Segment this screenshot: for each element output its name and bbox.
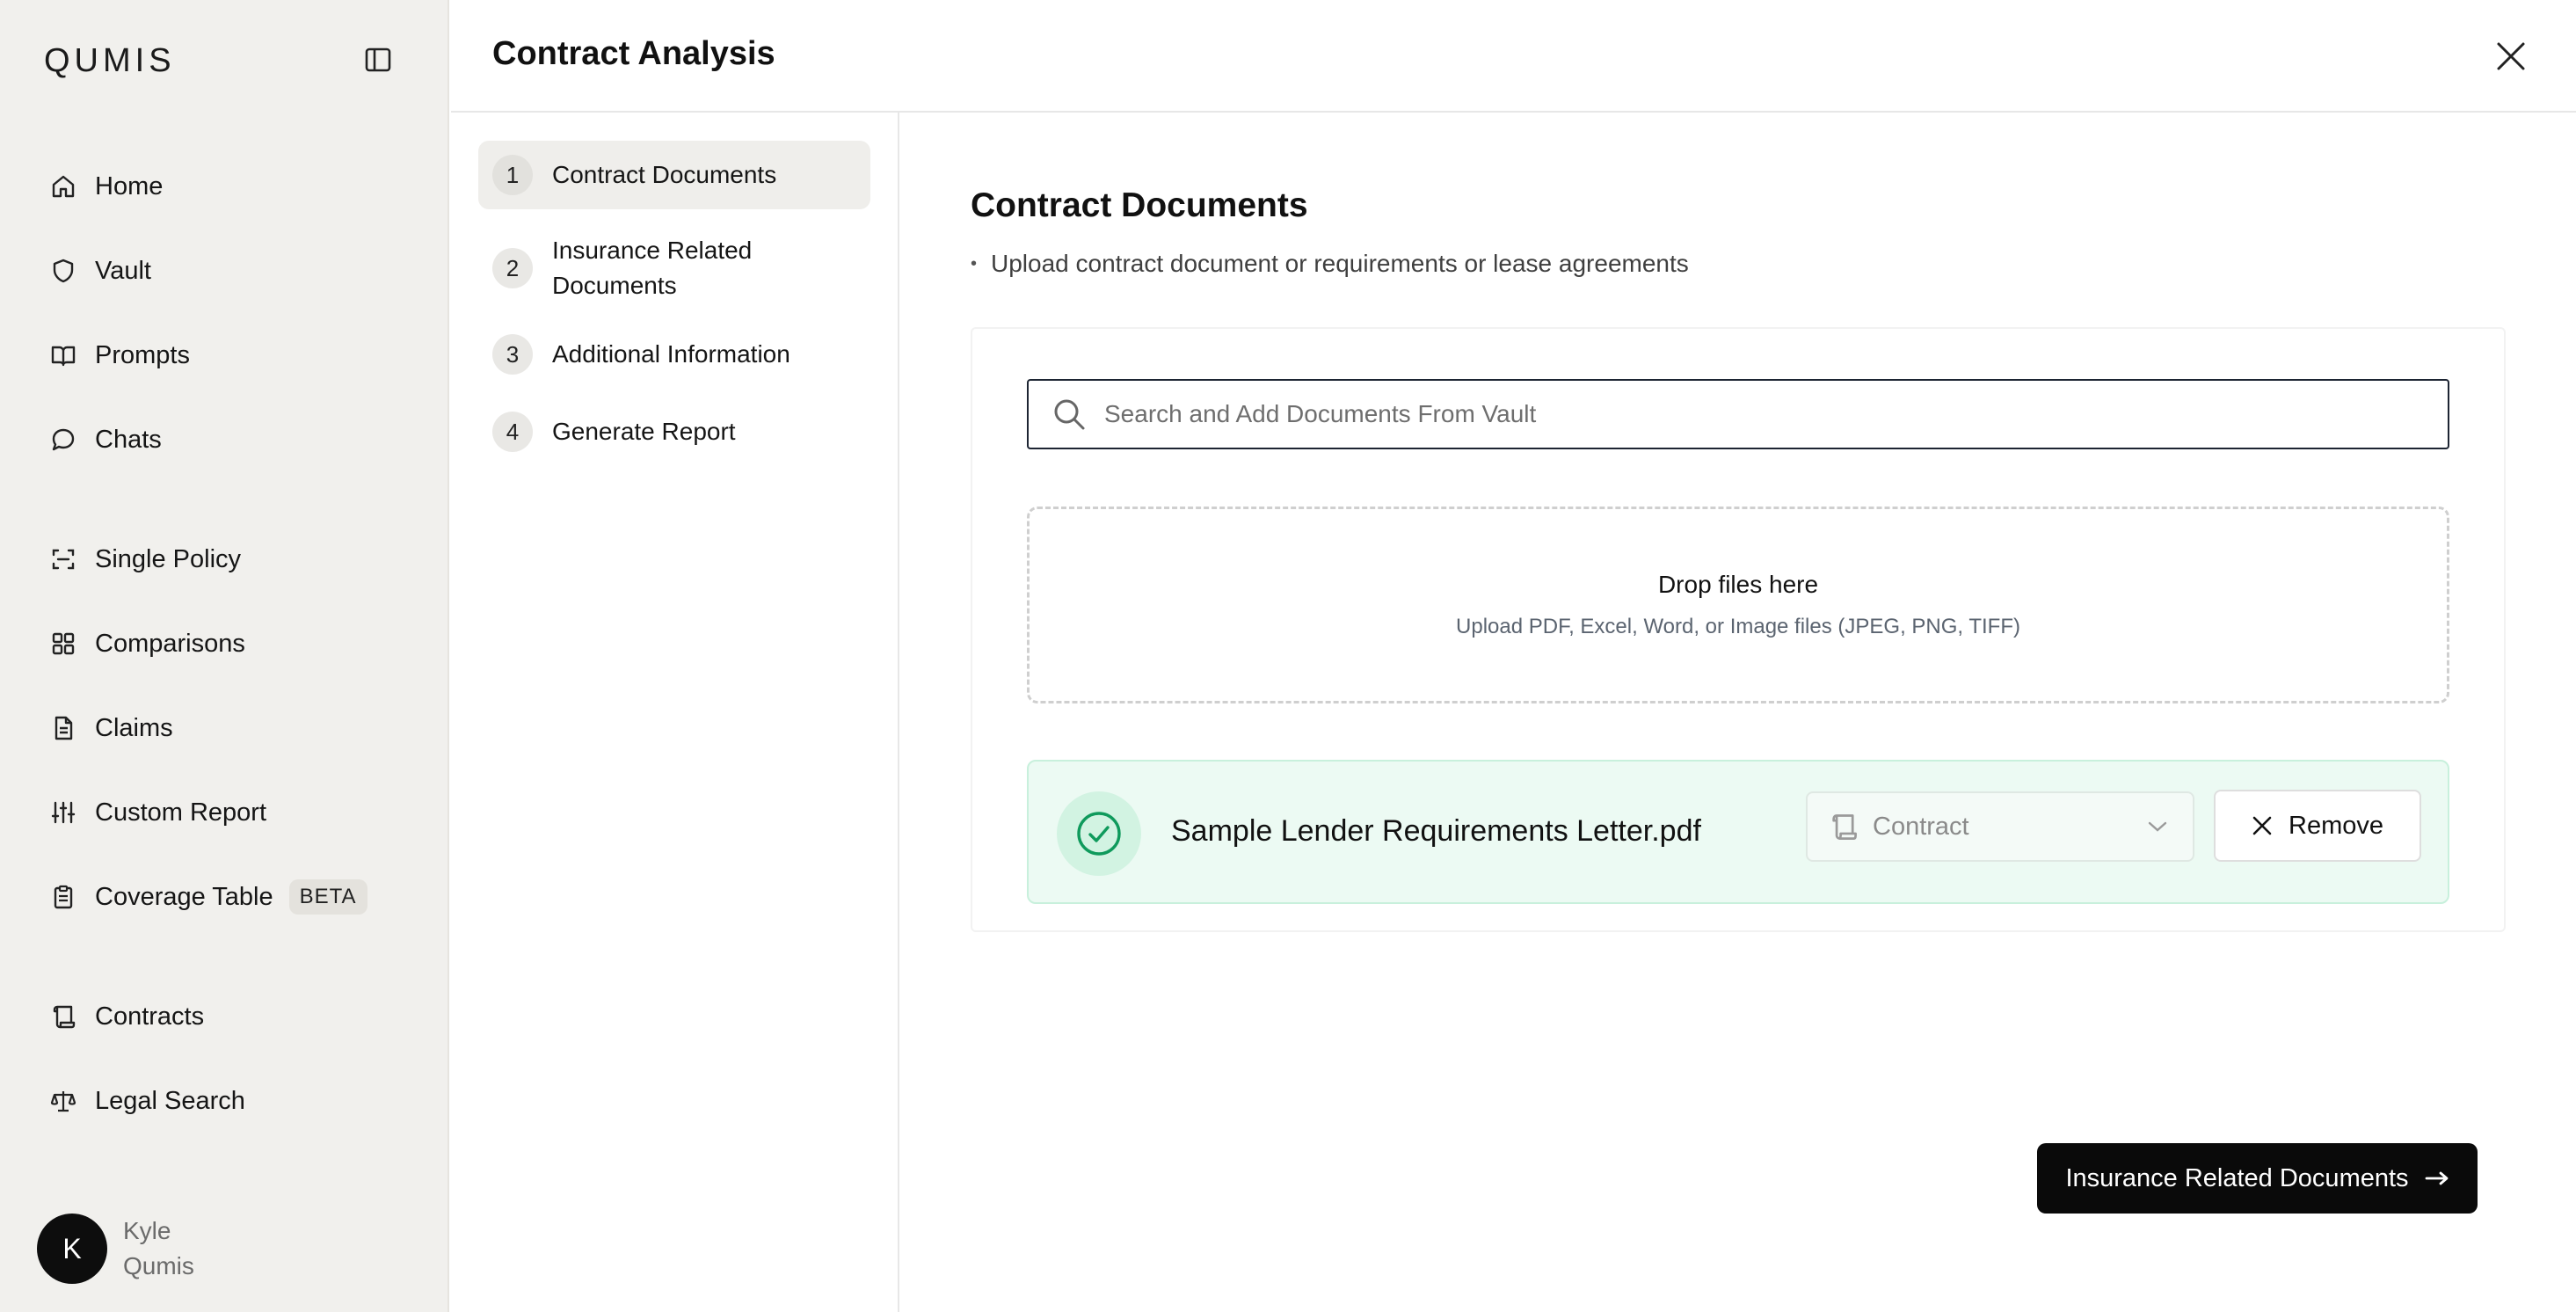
sidebar: QUMIS Home Vault Prompts Chats Single Po… bbox=[0, 0, 449, 1312]
step-generate-report[interactable]: 4 Generate Report bbox=[478, 401, 870, 463]
grid-icon bbox=[46, 626, 81, 661]
section-title: Contract Documents bbox=[971, 186, 1308, 224]
sidebar-item-vault[interactable]: Vault bbox=[35, 243, 413, 299]
scroll-icon bbox=[46, 999, 81, 1034]
user-last-name: Qumis bbox=[123, 1252, 194, 1279]
close-icon bbox=[2252, 815, 2273, 836]
uploaded-file-row: Sample Lender Requirements Letter.pdf Co… bbox=[1027, 760, 2449, 904]
bullet-dot: • bbox=[971, 253, 978, 273]
modal-header: Contract Analysis bbox=[451, 0, 2576, 113]
scroll-icon bbox=[1829, 812, 1859, 842]
user-name: Kyle Qumis bbox=[123, 1214, 194, 1284]
chat-bubble-icon bbox=[46, 422, 81, 457]
sidebar-item-comparisons[interactable]: Comparisons bbox=[35, 616, 413, 672]
success-check-icon bbox=[1057, 791, 1141, 876]
sidebar-item-custom-report[interactable]: Custom Report bbox=[35, 784, 413, 841]
sidebar-item-label: Chats bbox=[95, 425, 162, 454]
home-icon bbox=[46, 169, 81, 204]
search-input[interactable] bbox=[1104, 400, 2379, 428]
remove-label: Remove bbox=[2289, 811, 2383, 840]
close-icon bbox=[2497, 42, 2525, 70]
avatar: K bbox=[37, 1214, 107, 1284]
dropzone-subtitle: Upload PDF, Excel, Word, or Image files … bbox=[1456, 615, 2020, 638]
user-first-name: Kyle bbox=[123, 1217, 171, 1244]
beta-badge: BETA bbox=[288, 879, 367, 915]
step-label: Insurance Related Documents bbox=[552, 237, 753, 299]
description-text: Upload contract document or requirements… bbox=[991, 250, 1689, 277]
sidebar-item-label: Prompts bbox=[95, 340, 190, 369]
sidebar-item-contracts[interactable]: Contracts bbox=[35, 988, 413, 1045]
app-logo: QUMIS bbox=[44, 42, 176, 79]
sidebar-item-label: Home bbox=[95, 171, 164, 200]
arrow-right-icon bbox=[2425, 1170, 2449, 1186]
sidebar-item-label: Legal Search bbox=[95, 1086, 245, 1115]
sidebar-item-label: Coverage Table bbox=[95, 882, 273, 911]
step-number: 2 bbox=[492, 248, 533, 288]
sidebar-item-legal-search[interactable]: Legal Search bbox=[35, 1073, 413, 1129]
sidebar-item-coverage-table[interactable]: Coverage Table BETA bbox=[35, 869, 413, 925]
clipboard-icon bbox=[46, 879, 81, 915]
step-label: Contract Documents bbox=[552, 161, 777, 188]
sliders-icon bbox=[46, 795, 81, 830]
scale-icon bbox=[46, 1083, 81, 1119]
sidebar-item-label: Single Policy bbox=[95, 544, 242, 573]
step-number: 1 bbox=[492, 155, 533, 195]
document-type-select[interactable]: Contract bbox=[1806, 791, 2194, 862]
scan-icon bbox=[46, 542, 81, 577]
sidebar-item-claims[interactable]: Claims bbox=[35, 700, 413, 756]
sidebar-item-label: Custom Report bbox=[95, 798, 267, 827]
chevron-down-icon bbox=[2147, 820, 2168, 833]
sidebar-item-chats[interactable]: Chats bbox=[35, 412, 413, 468]
section-description: • Upload contract document or requiremen… bbox=[971, 250, 1689, 278]
sidebar-item-prompts[interactable]: Prompts bbox=[35, 327, 413, 383]
steps-nav: 1 Contract Documents 2 Insurance Related… bbox=[451, 113, 899, 1312]
vault-search bbox=[1027, 379, 2449, 449]
sidebar-item-label: Contracts bbox=[95, 1002, 205, 1031]
sidebar-item-single-policy[interactable]: Single Policy bbox=[35, 531, 413, 587]
step-additional-information[interactable]: 3 Additional Information bbox=[478, 324, 870, 385]
step-label: Generate Report bbox=[552, 418, 736, 445]
step-number: 3 bbox=[492, 334, 533, 375]
sidebar-item-home[interactable]: Home bbox=[35, 158, 413, 215]
page-title: Contract Analysis bbox=[492, 35, 775, 72]
close-button[interactable] bbox=[2492, 37, 2530, 76]
sidebar-toggle-button[interactable] bbox=[360, 44, 396, 76]
sidebar-item-label: Comparisons bbox=[95, 629, 245, 658]
step-label: Additional Information bbox=[552, 340, 790, 368]
sidebar-item-label: Claims bbox=[95, 713, 173, 742]
shield-icon bbox=[46, 253, 81, 288]
document-icon bbox=[46, 711, 81, 746]
sidebar-toggle-icon bbox=[365, 47, 391, 72]
file-name: Sample Lender Requirements Letter.pdf bbox=[1171, 814, 1701, 848]
document-type-value: Contract bbox=[1873, 812, 1969, 841]
step-insurance-related-documents[interactable]: 2 Insurance Related Documents bbox=[478, 225, 870, 311]
next-step-button[interactable]: Insurance Related Documents bbox=[2037, 1143, 2478, 1214]
book-icon bbox=[46, 338, 81, 373]
remove-button[interactable]: Remove bbox=[2214, 790, 2421, 862]
step-number: 4 bbox=[492, 412, 533, 452]
user-profile[interactable]: K Kyle Qumis bbox=[37, 1214, 194, 1284]
next-step-label: Insurance Related Documents bbox=[2065, 1163, 2409, 1192]
sidebar-item-label: Vault bbox=[95, 256, 151, 285]
dropzone-title: Drop files here bbox=[1657, 571, 1819, 598]
step-contract-documents[interactable]: 1 Contract Documents bbox=[478, 141, 870, 209]
search-icon bbox=[1052, 397, 1087, 432]
file-dropzone[interactable]: Drop files here Upload PDF, Excel, Word,… bbox=[1027, 507, 2449, 703]
